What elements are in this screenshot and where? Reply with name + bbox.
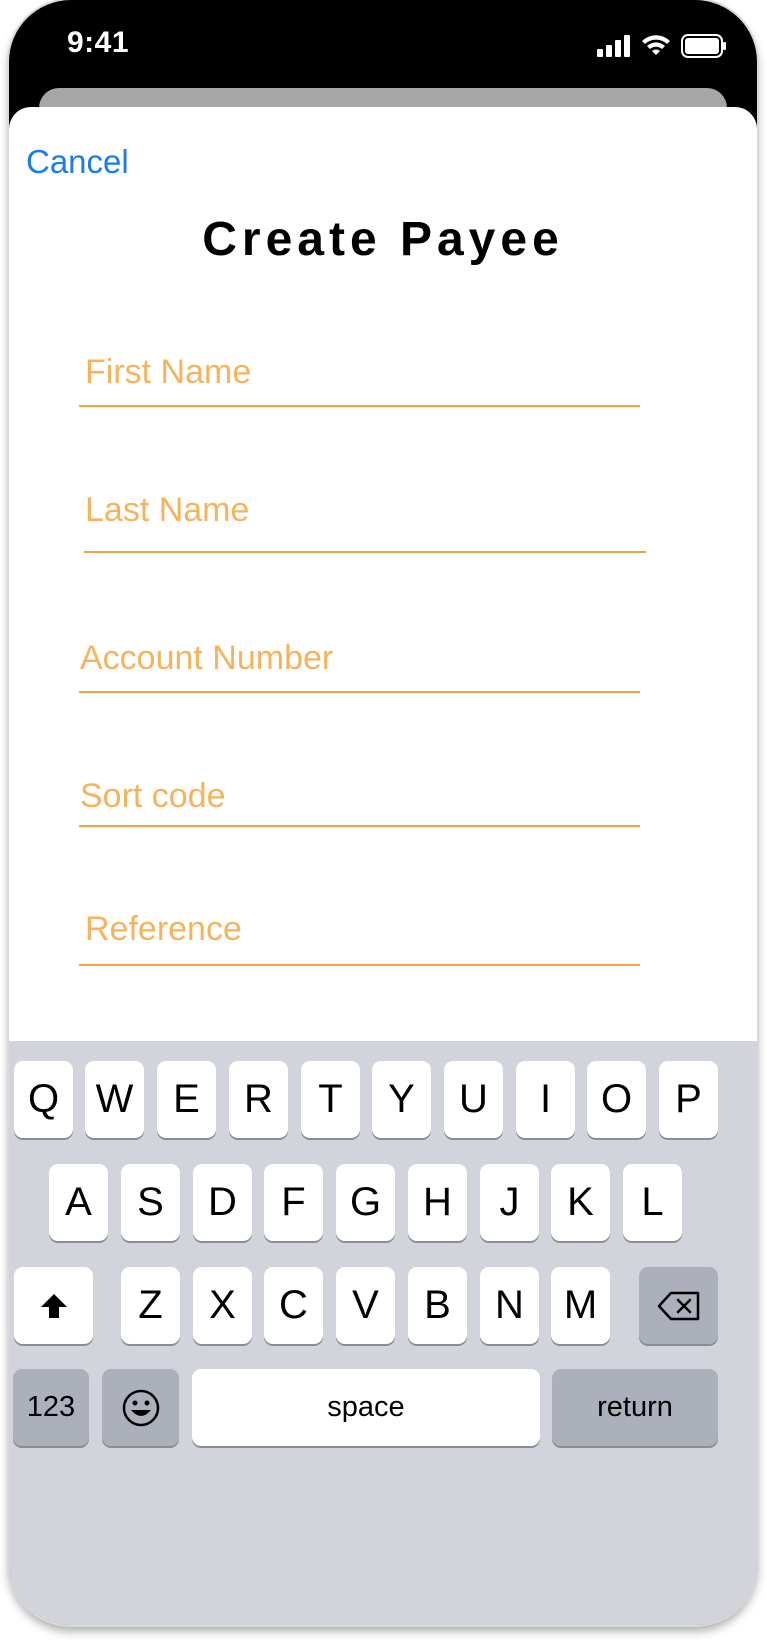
key-g[interactable]: G (336, 1164, 395, 1241)
numbers-key[interactable]: 123 (13, 1369, 89, 1446)
key-u[interactable]: U (444, 1061, 503, 1138)
key-l[interactable]: L (623, 1164, 682, 1241)
key-x[interactable]: X (193, 1267, 252, 1344)
signal-icon (597, 35, 630, 57)
key-m[interactable]: M (551, 1267, 610, 1344)
key-b[interactable]: B (408, 1267, 467, 1344)
cancel-button[interactable]: Cancel (26, 143, 129, 181)
keyboard: Q W E R T Y U I O P A S D F G H J K L Z … (9, 1041, 757, 1625)
key-r[interactable]: R (229, 1061, 288, 1138)
phone-frame: 9:41 Cancel Create Payee First Name Last… (9, 0, 757, 1625)
shift-icon (40, 1293, 67, 1318)
key-f[interactable]: F (264, 1164, 323, 1241)
key-n[interactable]: N (480, 1267, 539, 1344)
key-s[interactable]: S (121, 1164, 180, 1241)
battery-icon (681, 34, 726, 58)
key-w[interactable]: W (85, 1061, 144, 1138)
account-number-field (79, 639, 641, 693)
key-p[interactable]: P (659, 1061, 718, 1138)
emoji-key[interactable] (102, 1369, 179, 1446)
create-payee-sheet: Cancel Create Payee Q W E R T Y U I O (9, 107, 757, 1625)
key-z[interactable]: Z (121, 1267, 180, 1344)
key-a[interactable]: A (49, 1164, 108, 1241)
reference-field (79, 910, 646, 966)
page-title: Create Payee (202, 213, 564, 266)
sort-code-field (79, 777, 641, 827)
status-time: 9:41 (67, 26, 130, 59)
last-name-field (84, 491, 647, 553)
sort-code-input[interactable] (79, 777, 641, 816)
reference-input[interactable] (79, 910, 646, 949)
delete-icon (657, 1291, 699, 1320)
delete-key[interactable] (639, 1267, 718, 1344)
key-o[interactable]: O (587, 1061, 646, 1138)
key-c[interactable]: C (264, 1267, 323, 1344)
space-key[interactable]: space (192, 1369, 540, 1446)
key-v[interactable]: V (336, 1267, 395, 1344)
key-i[interactable]: I (516, 1061, 575, 1138)
key-k[interactable]: K (551, 1164, 610, 1241)
key-h[interactable]: H (408, 1164, 467, 1241)
emoji-icon (122, 1389, 159, 1426)
key-j[interactable]: J (480, 1164, 539, 1241)
key-d[interactable]: D (193, 1164, 252, 1241)
key-e[interactable]: E (157, 1061, 216, 1138)
status-icons (597, 34, 727, 58)
last-name-input[interactable] (84, 491, 647, 530)
account-number-input[interactable] (79, 639, 641, 678)
wifi-icon (642, 35, 670, 55)
key-q[interactable]: Q (14, 1061, 73, 1138)
key-y[interactable]: Y (372, 1061, 431, 1138)
key-t[interactable]: T (301, 1061, 360, 1138)
first-name-field (79, 353, 646, 407)
return-key[interactable]: return (552, 1369, 718, 1446)
shift-key[interactable] (14, 1267, 93, 1344)
first-name-input[interactable] (79, 353, 646, 392)
